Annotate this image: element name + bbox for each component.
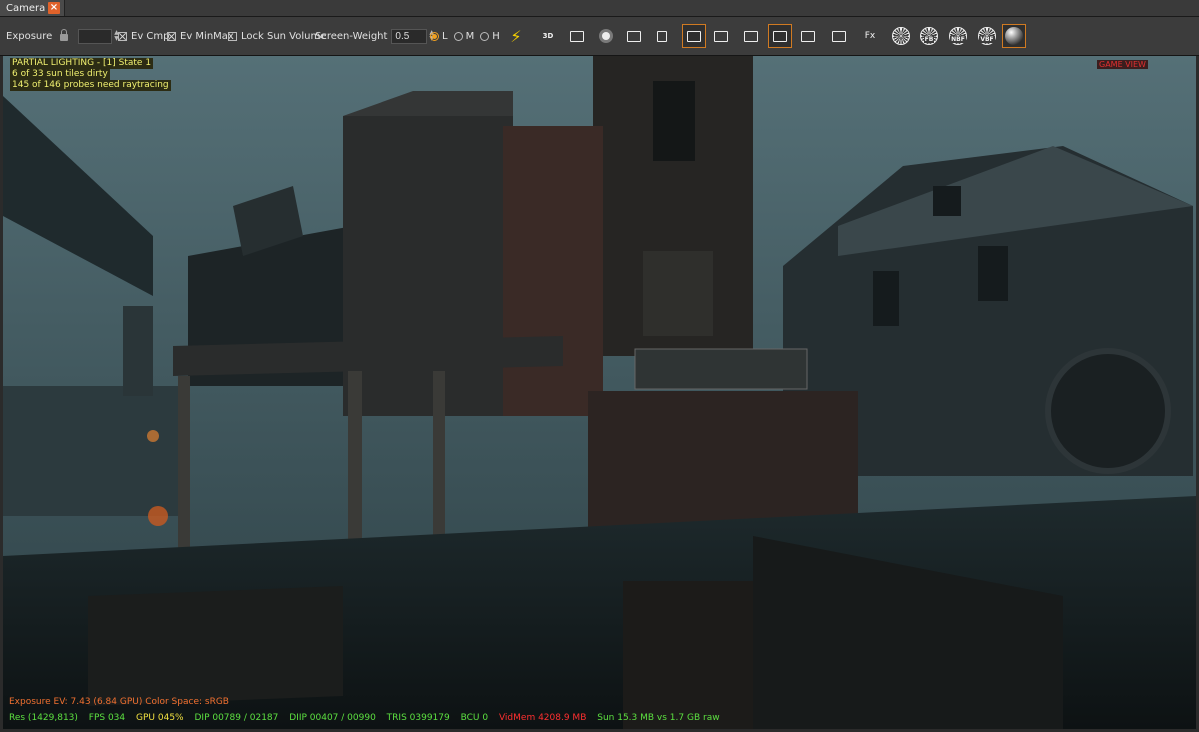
clip-box-icon	[714, 30, 728, 42]
vbf-button[interactable]: VBF	[975, 24, 999, 48]
lighting-bolt-button[interactable]: ⚡	[504, 24, 528, 48]
close-icon[interactable]: ×	[48, 2, 60, 14]
fb-fan-icon: FB	[920, 27, 938, 45]
exposure-label: Exposure	[6, 30, 53, 42]
right-window-top	[933, 186, 961, 216]
lock-3d-button[interactable]	[650, 24, 674, 48]
vbf-fan-icon: VBF	[978, 27, 996, 45]
quality-radio-group: L M H	[424, 17, 500, 55]
sun-button[interactable]	[594, 24, 618, 48]
tab-strip: Camera ×	[0, 0, 1199, 17]
checkbox-icon	[167, 31, 176, 41]
water-wheel	[1045, 348, 1171, 474]
exposure-group: Exposure ▲ ▼	[6, 17, 119, 55]
pencil-icon	[832, 30, 846, 42]
fx-dropdown-button[interactable]: Fx	[858, 24, 882, 48]
view-3d-icon	[773, 30, 787, 42]
quality-medium-label: M	[465, 30, 475, 42]
stat-fps: FPS 034	[88, 713, 126, 723]
screen-3d-icon	[570, 30, 584, 42]
ev-cmp-label: Ev Cmp	[131, 30, 170, 42]
vbf-label: VBF	[979, 36, 995, 43]
viewport-toolbar: Exposure ▲ ▼ Ev Cmp Ev MinMax Lock Sun Vo…	[0, 17, 1199, 56]
red-brick-wall	[503, 126, 603, 416]
stat-vidmem: VidMem 4208.9 MB	[498, 713, 587, 723]
tower-door	[643, 251, 713, 336]
right-window-1	[873, 271, 899, 326]
fence-left	[88, 586, 343, 706]
edit-button[interactable]	[827, 24, 851, 48]
lock-icon[interactable]	[60, 29, 69, 41]
frame-button[interactable]	[796, 24, 820, 48]
stat-res: Res (1429,813)	[9, 713, 78, 723]
stat-dip: DIP 00789 / 02187	[194, 713, 279, 723]
stat-gpu: GPU 045%	[136, 713, 184, 723]
fire-glow	[148, 506, 168, 526]
lock-sun-volume-checkbox[interactable]: Lock Sun Volume	[228, 17, 326, 55]
clip-box-button[interactable]	[709, 24, 733, 48]
box-3d-button[interactable]	[622, 24, 646, 48]
screen-3d-button[interactable]	[565, 24, 589, 48]
exposure-input[interactable]	[78, 28, 113, 44]
quality-high-label: H	[492, 30, 500, 42]
stat-bcu: BCU 0	[460, 713, 489, 723]
material-sphere-button[interactable]	[1002, 24, 1026, 48]
probes-line: 145 of 146 probes need raytracing	[10, 80, 171, 91]
fb-label: FB	[923, 36, 935, 43]
nbf-button[interactable]: NBF	[946, 24, 970, 48]
padlock-icon	[657, 30, 667, 42]
scissor-3d-button[interactable]	[682, 24, 706, 48]
lightning-bolt-icon: ⚡	[510, 26, 522, 46]
shipping-sign	[634, 348, 808, 390]
game-view-badge: GAME VIEW	[1097, 60, 1148, 69]
ev-minmax-label: Ev MinMax	[180, 30, 234, 42]
sun-tiles-line: 6 of 33 sun tiles dirty	[10, 69, 110, 80]
lighting-state-line: PARTIAL LIGHTING - [1] State 1	[10, 58, 154, 69]
people-3d-button[interactable]: 3D	[536, 24, 560, 48]
distant-wall	[3, 386, 183, 516]
tab-camera-label: Camera	[6, 2, 46, 14]
screen-weight-input[interactable]	[391, 28, 428, 44]
right-window-2	[978, 246, 1008, 301]
quality-high-radio[interactable]	[480, 31, 490, 41]
nbf-fan-icon: NBF	[949, 27, 967, 45]
fx-label: Fx	[864, 31, 876, 41]
ev-cmp-checkbox[interactable]: Ev Cmp	[118, 17, 170, 55]
render-viewport[interactable]: PARTIAL LIGHTING - [1] State 1 6 of 33 s…	[3, 56, 1196, 729]
add-box-button[interactable]	[739, 24, 763, 48]
box-3d-icon	[627, 30, 641, 42]
quality-medium-radio[interactable]	[453, 31, 463, 41]
screen-weight-group: Screen-Weight ▲▼	[315, 17, 434, 55]
quality-low-label: L	[442, 30, 448, 42]
mesh-sphere-icon	[892, 27, 910, 45]
chimney-left	[123, 306, 153, 396]
stat-diip: DIIP 00407 / 00990	[289, 713, 376, 723]
scene-render	[3, 56, 1196, 729]
people-3d-icon: 3D	[542, 32, 554, 40]
frame-icon	[801, 30, 815, 42]
fb-button[interactable]: FB	[917, 24, 941, 48]
tower-window	[653, 81, 695, 161]
add-box-icon	[744, 30, 758, 42]
nbf-label: NBF	[950, 36, 966, 43]
view-3d-button[interactable]	[768, 24, 792, 48]
ev-minmax-checkbox[interactable]: Ev MinMax	[167, 17, 234, 55]
lock-sun-volume-label: Lock Sun Volume	[241, 30, 327, 42]
screen-weight-label: Screen-Weight	[315, 30, 388, 42]
lighting-status-overlay: PARTIAL LIGHTING - [1] State 1 6 of 33 s…	[10, 58, 171, 91]
quality-low-radio[interactable]	[430, 31, 439, 41]
sun-icon	[602, 32, 610, 40]
checkbox-icon	[228, 31, 237, 41]
checkbox-icon	[118, 31, 127, 41]
stat-tris: TRIS 0399179	[386, 713, 450, 723]
brick-tower	[343, 116, 513, 416]
exposure-readout: Exposure EV: 7.43 (6.84 GPU) Color Space…	[9, 697, 229, 707]
lamp-glow	[147, 430, 159, 442]
mesh-sphere-button[interactable]	[889, 24, 913, 48]
material-sphere-icon	[1005, 27, 1023, 45]
tab-camera[interactable]: Camera ×	[0, 0, 65, 16]
stats-readout: Res (1429,813) FPS 034 GPU 045% DIP 0078…	[9, 713, 728, 723]
stat-sun: Sun 15.3 MB vs 1.7 GB raw	[597, 713, 720, 723]
crossed-box-icon	[687, 30, 701, 42]
